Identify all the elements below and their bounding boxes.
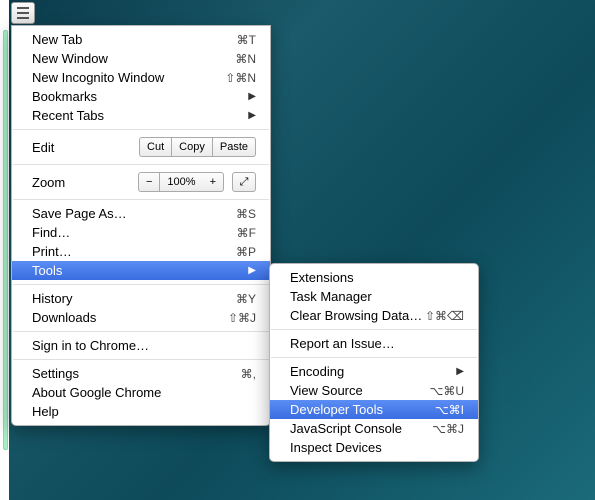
menu-item-shortcut: ⌘N [235, 52, 256, 66]
main-item-recent-tabs[interactable]: Recent Tabs ▶ [12, 106, 270, 125]
main-item-signin[interactable]: Sign in to Chrome… [12, 336, 270, 355]
zoom-out-button[interactable]: − [138, 172, 160, 192]
menu-separator [13, 199, 269, 200]
chrome-menu-button[interactable] [11, 2, 35, 24]
menu-item-shortcut: ⌘Y [236, 292, 256, 306]
menu-item-label: Task Manager [290, 289, 464, 304]
tools-item-inspect-devices[interactable]: Inspect Devices [270, 438, 478, 457]
menu-separator [13, 331, 269, 332]
edit-button-group: CutCopyPaste [139, 137, 256, 157]
main-item-tools[interactable]: Tools ▶ [12, 261, 270, 280]
menu-item-label: New Tab [32, 32, 237, 47]
menu-item-label: View Source [290, 383, 430, 398]
menu-separator [271, 357, 477, 358]
menu-item-label: Tools [32, 263, 242, 278]
main-item-about[interactable]: About Google Chrome [12, 383, 270, 402]
submenu-arrow-icon: ▶ [456, 366, 464, 377]
chrome-main-menu: New Tab⌘TNew Window⌘NNew Incognito Windo… [11, 25, 271, 426]
main-item-new-window[interactable]: New Window⌘N [12, 49, 270, 68]
menu-item-label: About Google Chrome [32, 385, 256, 400]
menu-item-label: Bookmarks [32, 89, 242, 104]
tools-item-encoding[interactable]: Encoding ▶ [270, 362, 478, 381]
menu-item-shortcut: ⌘P [236, 245, 256, 259]
menu-item-label: Encoding [290, 364, 450, 379]
main-item-settings[interactable]: Settings⌘, [12, 364, 270, 383]
menu-item-shortcut: ⇧⌘⌫ [425, 309, 464, 323]
zoom-level: 100% [160, 172, 202, 192]
menu-item-label: Developer Tools [290, 402, 435, 417]
tools-item-js-console[interactable]: JavaScript Console⌥⌘J [270, 419, 478, 438]
menu-item-label: Extensions [290, 270, 464, 285]
browser-chrome-edge [0, 0, 9, 500]
menu-item-shortcut: ⌘F [237, 226, 256, 240]
menu-item-label: New Incognito Window [32, 70, 225, 85]
menu-item-shortcut: ⌥⌘U [430, 384, 465, 398]
main-item-history[interactable]: History⌘Y [12, 289, 270, 308]
submenu-arrow-icon: ▶ [248, 265, 256, 276]
menu-item-label: New Window [32, 51, 235, 66]
main-item-new-incognito[interactable]: New Incognito Window⇧⌘N [12, 68, 270, 87]
menu-separator [13, 164, 269, 165]
menu-item-label: Recent Tabs [32, 108, 242, 123]
tools-item-task-manager[interactable]: Task Manager [270, 287, 478, 306]
menu-item-shortcut: ⌥⌘J [432, 422, 464, 436]
menu-item-shortcut: ⌘T [237, 33, 256, 47]
submenu-arrow-icon: ▶ [248, 91, 256, 102]
main-item-bookmarks[interactable]: Bookmarks ▶ [12, 87, 270, 106]
menu-item-label: Downloads [32, 310, 228, 325]
menu-item-shortcut: ⌘S [236, 207, 256, 221]
menu-separator [13, 129, 269, 130]
zoom-row: Zoom −100%+ ⤢ [12, 169, 270, 195]
zoom-in-button[interactable]: + [203, 172, 224, 192]
menu-item-shortcut: ⇧⌘J [228, 311, 256, 325]
tools-item-view-source[interactable]: View Source⌥⌘U [270, 381, 478, 400]
tools-item-clear-browsing[interactable]: Clear Browsing Data…⇧⌘⌫ [270, 306, 478, 325]
menu-separator [13, 284, 269, 285]
menu-item-shortcut: ⇧⌘N [225, 71, 256, 85]
tools-item-report-issue[interactable]: Report an Issue… [270, 334, 478, 353]
menu-item-label: Report an Issue… [290, 336, 464, 351]
tab-edge [3, 30, 8, 450]
menu-item-label: Sign in to Chrome… [32, 338, 256, 353]
main-item-new-tab[interactable]: New Tab⌘T [12, 30, 270, 49]
tools-item-extensions[interactable]: Extensions [270, 268, 478, 287]
fullscreen-button[interactable]: ⤢ [232, 172, 256, 192]
menu-item-label: Help [32, 404, 256, 419]
hamburger-icon [17, 7, 29, 9]
main-item-downloads[interactable]: Downloads⇧⌘J [12, 308, 270, 327]
menu-item-label: Clear Browsing Data… [290, 308, 425, 323]
zoom-button-group: −100%+ [138, 172, 224, 192]
menu-separator [13, 359, 269, 360]
menu-item-label: Settings [32, 366, 241, 381]
paste-button[interactable]: Paste [213, 137, 256, 157]
menu-item-label: Inspect Devices [290, 440, 464, 455]
main-item-find[interactable]: Find…⌘F [12, 223, 270, 242]
menu-item-label: Save Page As… [32, 206, 236, 221]
copy-button[interactable]: Copy [172, 137, 213, 157]
menu-item-label: JavaScript Console [290, 421, 432, 436]
cut-button[interactable]: Cut [139, 137, 172, 157]
menu-item-label: Find… [32, 225, 237, 240]
main-item-save-as[interactable]: Save Page As…⌘S [12, 204, 270, 223]
zoom-label: Zoom [32, 175, 65, 190]
menu-item-shortcut: ⌘, [241, 367, 256, 381]
menu-item-label: Print… [32, 244, 236, 259]
edit-label: Edit [32, 140, 54, 155]
submenu-arrow-icon: ▶ [248, 110, 256, 121]
menu-separator [271, 329, 477, 330]
tools-item-dev-tools[interactable]: Developer Tools⌥⌘I [270, 400, 478, 419]
tools-submenu: Extensions Task Manager Clear Browsing Dat… [269, 263, 479, 462]
menu-item-label: History [32, 291, 236, 306]
fullscreen-icon: ⤢ [240, 176, 249, 189]
edit-row: Edit CutCopyPaste [12, 134, 270, 160]
main-item-print[interactable]: Print…⌘P [12, 242, 270, 261]
main-item-help[interactable]: Help [12, 402, 270, 421]
menu-item-shortcut: ⌥⌘I [435, 403, 464, 417]
